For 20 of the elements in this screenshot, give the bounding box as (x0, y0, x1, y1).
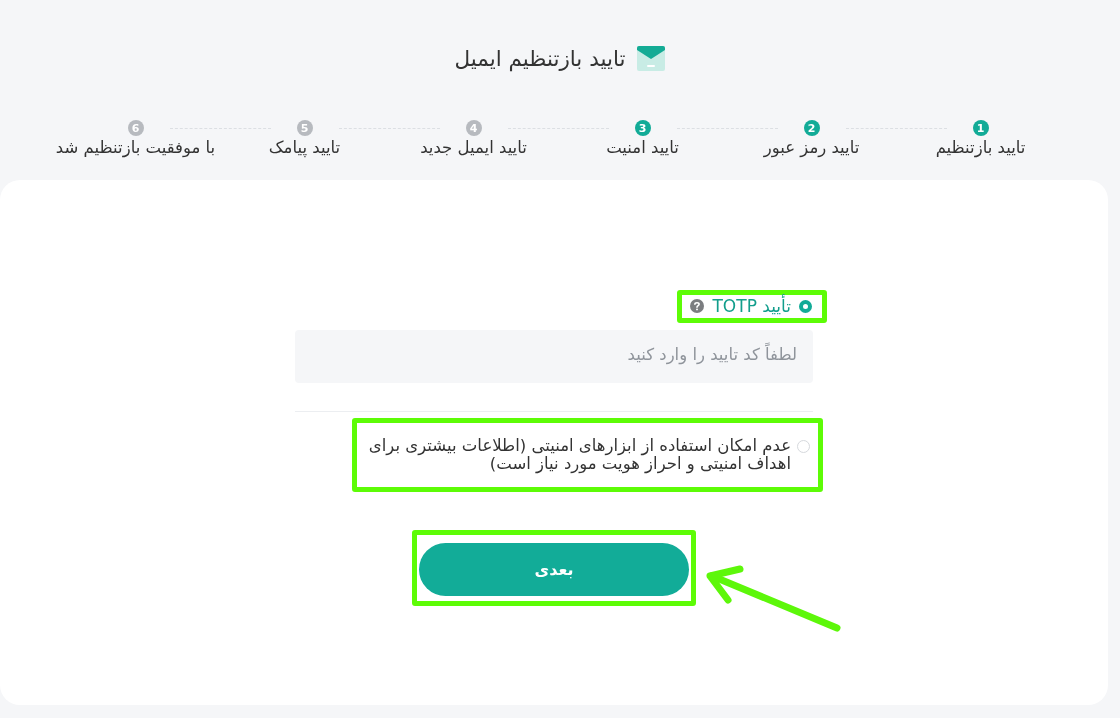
step-number: 6 (127, 120, 144, 136)
option-label[interactable]: تأیید TOTP (712, 296, 791, 316)
step-label: با موفقیت بازتنظیم شد (55, 138, 216, 157)
step-number: 3 (634, 120, 651, 136)
page-title: تایید بازتنظیم ایمیل (454, 45, 626, 71)
step-label: تایید رمز عبور (763, 138, 860, 157)
radio-button[interactable] (799, 299, 812, 313)
envelope-icon (637, 45, 666, 71)
input-field[interactable]: لطفاً کد تایید را وارد کنید (295, 330, 813, 383)
step-number: 1 (972, 120, 989, 136)
next-button[interactable]: بعدی (419, 543, 689, 596)
step-label: تایید پیامک (268, 138, 341, 157)
step-number: 4 (465, 120, 482, 136)
step-label: تایید امنیت (606, 138, 679, 157)
step-number: 5 (296, 120, 313, 136)
option-label[interactable]: عدم امکان استفاده از ابزارهای امنیتی (اطلاعات بیشتری برای اهداف امنیتی و احراز هویت مورد نیاز است) (363, 437, 791, 474)
help-icon[interactable] (690, 299, 705, 313)
step-label: تایید ایمیل جدید (420, 138, 527, 157)
step-number: 2 (803, 120, 820, 136)
step-label: تایید بازتنظیم (935, 138, 1026, 157)
